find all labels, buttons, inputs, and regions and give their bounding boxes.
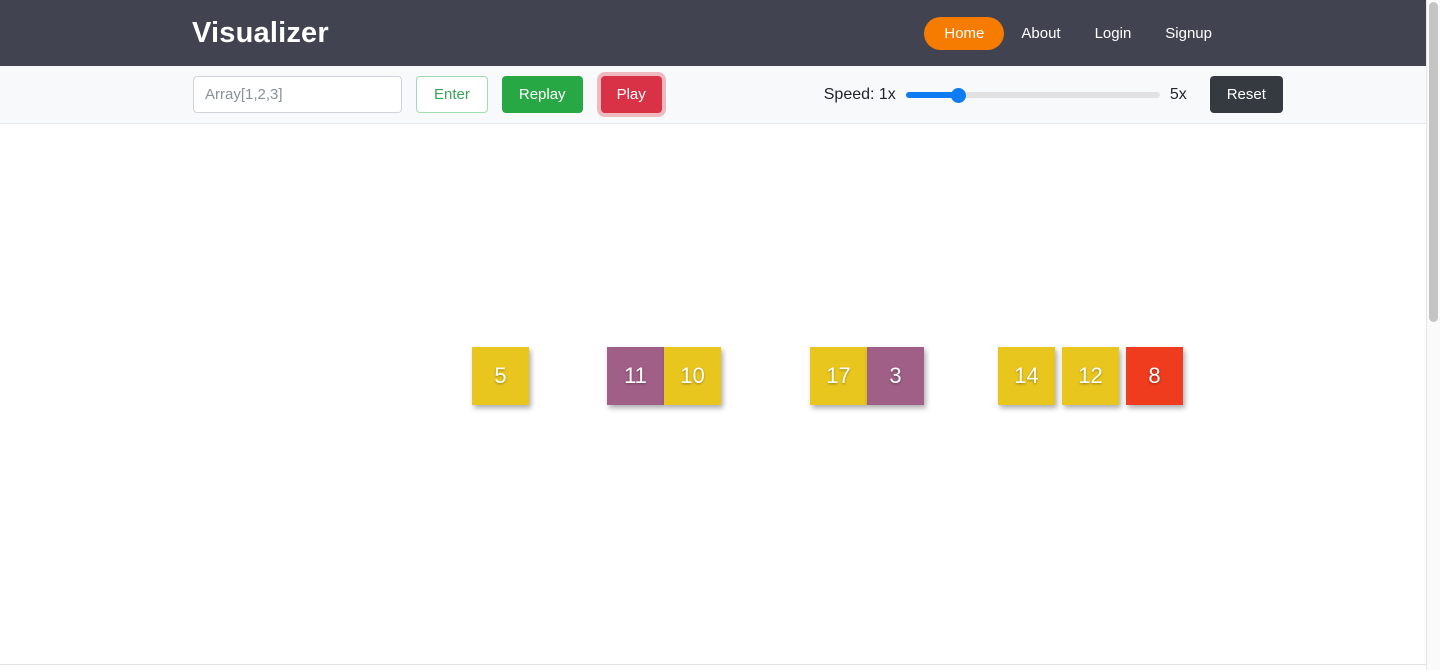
nav-link-login[interactable]: Login <box>1078 18 1149 49</box>
nav-links: Home About Login Signup <box>924 16 1229 50</box>
bottom-divider <box>0 664 1426 665</box>
array-block: 12 <box>1062 347 1119 405</box>
array-block: 11 <box>607 347 664 405</box>
speed-label: Speed: 1x <box>823 85 896 103</box>
nav-link-about[interactable]: About <box>1004 18 1077 49</box>
play-button[interactable]: Play <box>600 76 662 113</box>
speed-control-group: Speed: 1x 5x <box>824 86 1187 104</box>
block-group: 8 <box>1126 347 1183 405</box>
controls-toolbar: Enter Replay Play Speed: 1x 5x Reset <box>0 66 1426 124</box>
array-block: 8 <box>1126 347 1183 405</box>
block-group: 11 10 <box>607 347 721 405</box>
reset-button[interactable]: Reset <box>1209 76 1283 113</box>
replay-button[interactable]: Replay <box>501 76 583 113</box>
enter-button[interactable]: Enter <box>416 76 488 113</box>
block-group: 5 <box>472 347 529 405</box>
block-group: 17 3 <box>810 347 924 405</box>
vertical-scrollbar-thumb[interactable] <box>1429 2 1438 322</box>
array-block: 3 <box>867 347 924 405</box>
block-group: 14 <box>998 347 1055 405</box>
array-block: 14 <box>998 347 1055 405</box>
speed-slider[interactable] <box>905 87 1160 103</box>
visualization-canvas: 5 11 10 17 3 14 12 8 <box>0 124 1426 664</box>
block-group: 12 <box>1062 347 1119 405</box>
array-block: 5 <box>472 347 529 405</box>
brand-title: Visualizer <box>192 16 329 49</box>
nav-link-home[interactable]: Home <box>924 16 1005 50</box>
array-input[interactable] <box>193 76 402 113</box>
nav-link-signup[interactable]: Signup <box>1148 18 1229 49</box>
array-block: 10 <box>664 347 721 405</box>
vertical-scrollbar[interactable] <box>1426 0 1440 670</box>
app-root: Visualizer HomeAboutLoginSignup Enter Re… <box>0 0 1440 670</box>
navbar: Visualizer Home About Login Signup <box>0 0 1426 66</box>
array-block: 17 <box>810 347 867 405</box>
slider-thumb[interactable] <box>950 87 966 103</box>
speed-max-label: 5x <box>1169 85 1187 103</box>
array-blocks-row: 5 11 10 17 3 14 12 8 <box>472 347 1183 405</box>
